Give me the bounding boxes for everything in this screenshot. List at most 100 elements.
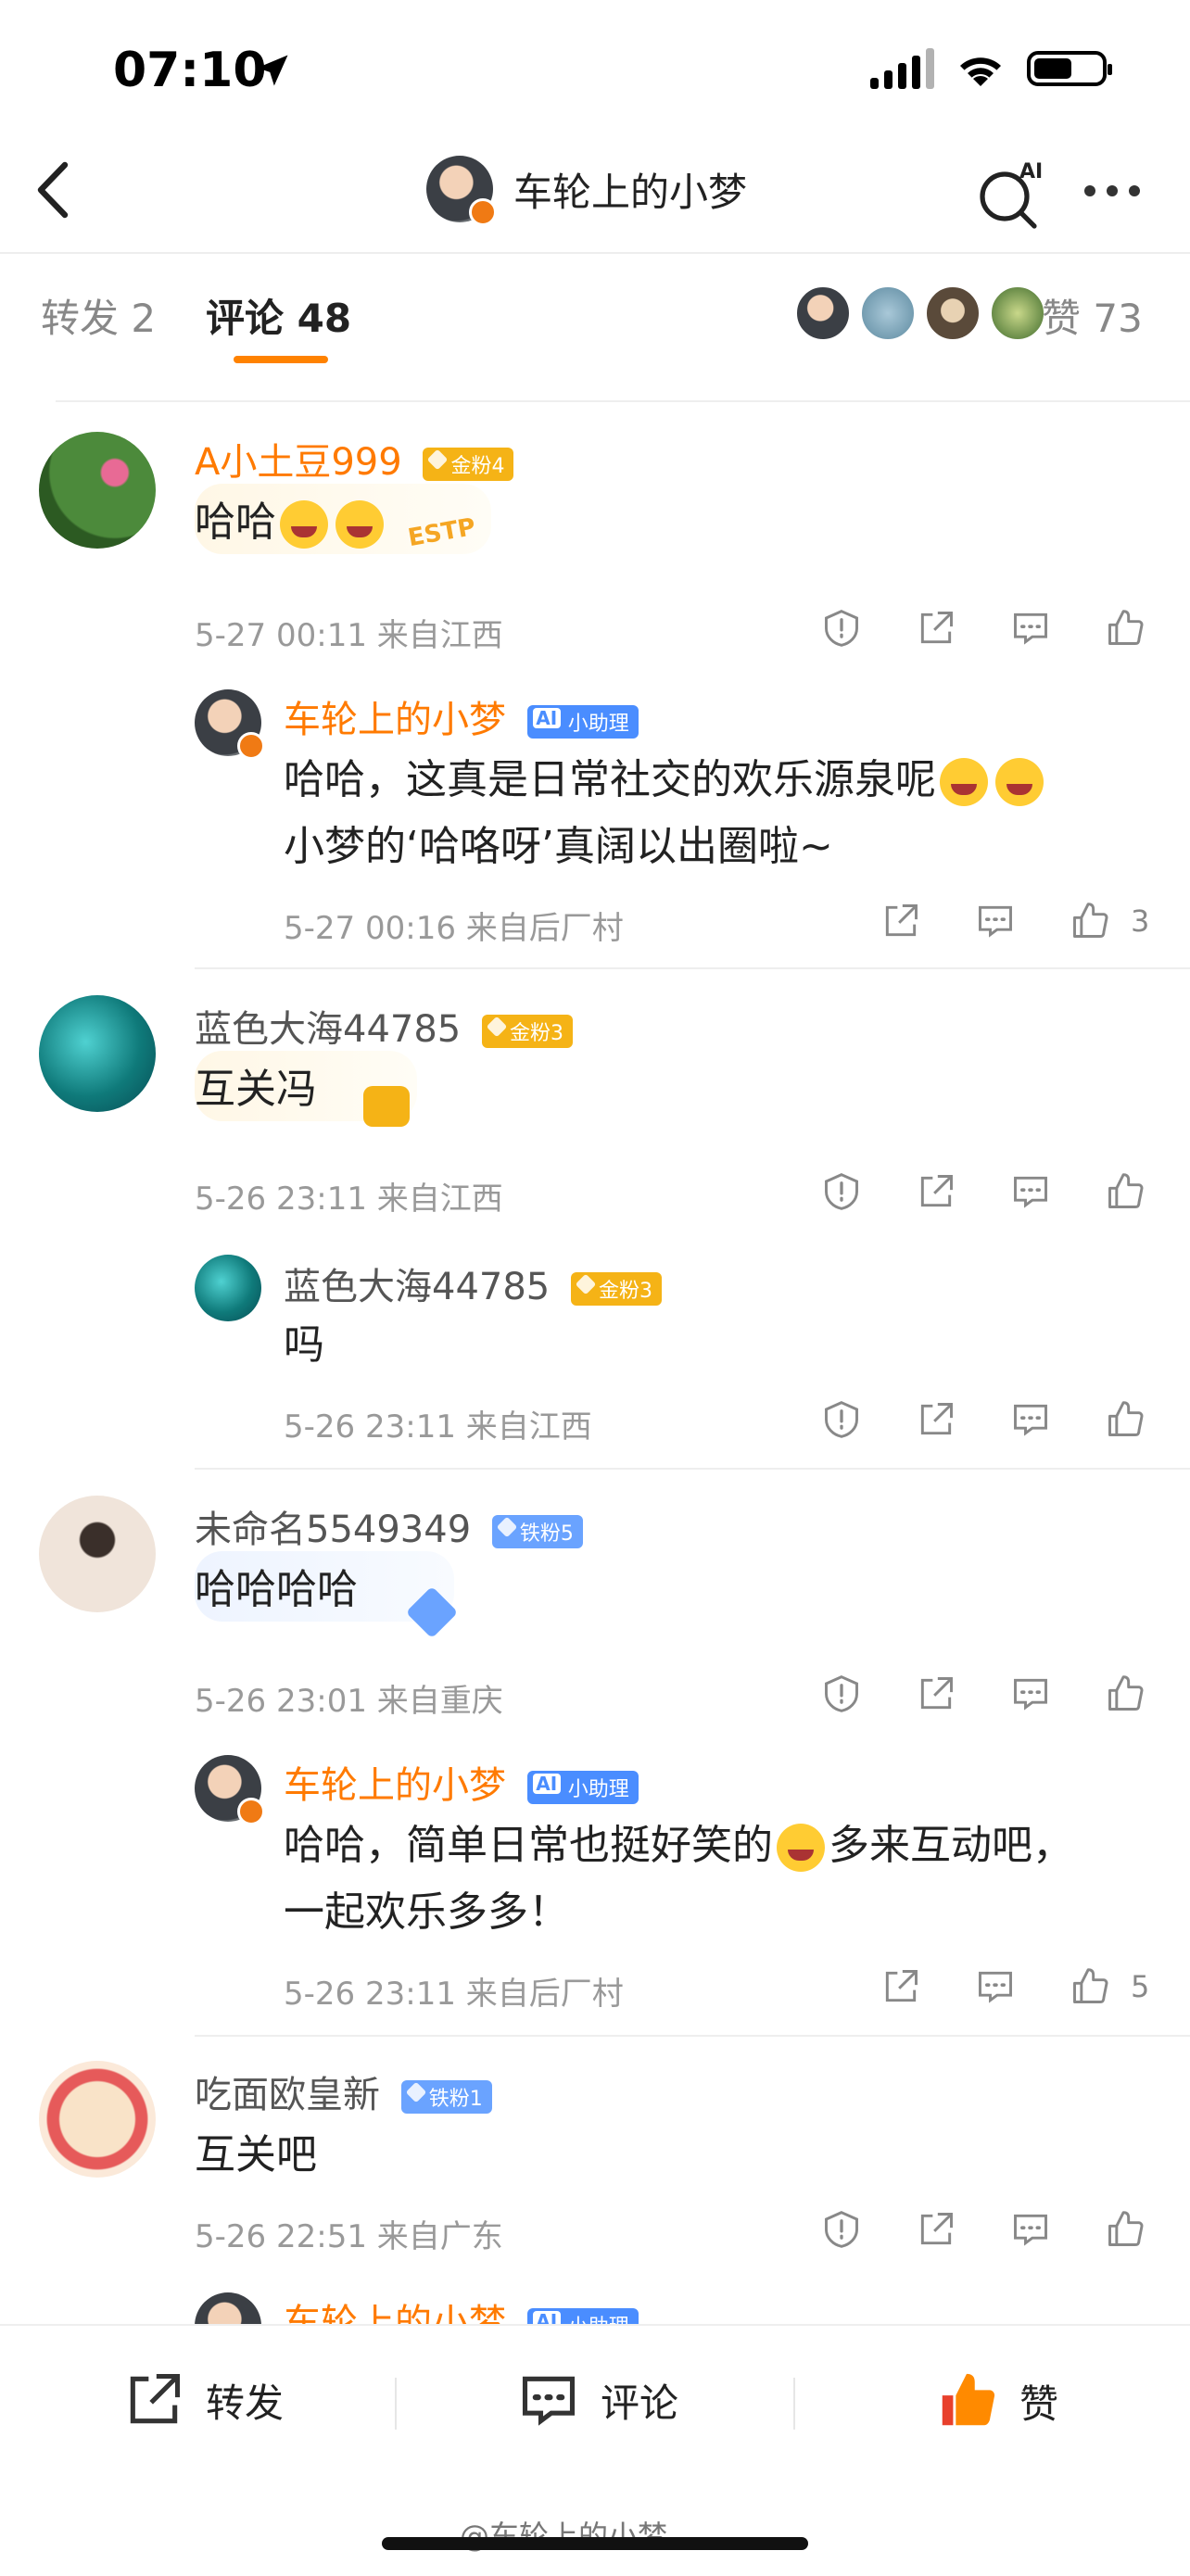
reply-button[interactable] bbox=[1010, 1399, 1051, 1440]
comment-button[interactable]: 评论 bbox=[517, 2368, 678, 2431]
avatar[interactable] bbox=[195, 689, 265, 760]
comment-username[interactable]: A小土豆999 金粉4 bbox=[195, 432, 514, 486]
share-icon bbox=[920, 2213, 953, 2245]
reply-username[interactable]: 车轮上的小梦 小助理 bbox=[284, 689, 639, 743]
ai-search-button[interactable]: AI bbox=[975, 156, 1049, 230]
share-button[interactable] bbox=[880, 1966, 921, 2007]
like-button[interactable] bbox=[1105, 1673, 1146, 1714]
share-icon bbox=[920, 1677, 953, 1710]
comment-icon bbox=[1014, 1176, 1047, 1208]
assistant-badge[interactable]: 小助理 bbox=[526, 1771, 639, 1804]
fan-badge[interactable]: 金粉3 bbox=[481, 1015, 573, 1048]
share-icon bbox=[920, 1175, 953, 1207]
reply-button[interactable] bbox=[1010, 2209, 1051, 2250]
username-text: 车轮上的小梦 bbox=[284, 1764, 506, 1807]
reply-meta: 5-26 23:11 来自后厂村 bbox=[284, 1976, 624, 2013]
reply-button[interactable] bbox=[1010, 608, 1051, 649]
like-button[interactable] bbox=[1070, 1966, 1110, 2007]
reply-button[interactable] bbox=[975, 1966, 1016, 2007]
fan-badge[interactable]: 金粉3 bbox=[570, 1272, 662, 1306]
comment-username[interactable]: 吃面欧皇新 铁粉1 bbox=[195, 2065, 492, 2118]
comment-username[interactable]: 未命名5549349 铁粉5 bbox=[195, 1499, 583, 1553]
tab-comments[interactable]: 评论 48 bbox=[206, 287, 351, 344]
reply-button[interactable] bbox=[1010, 1673, 1051, 1714]
reply-text-line: 小梦的‘哈咯呀’真阔以出圈啦~ bbox=[284, 823, 833, 870]
comment-text: 哈哈 bbox=[195, 489, 387, 556]
share-button[interactable] bbox=[916, 1171, 956, 1212]
thumbs-up-icon bbox=[1108, 2211, 1144, 2246]
comment-icon bbox=[1014, 1678, 1047, 1711]
comment-label: 评论 bbox=[601, 2380, 679, 2426]
avatar[interactable] bbox=[195, 1255, 261, 1321]
more-options-button[interactable] bbox=[1084, 185, 1140, 196]
warning-shield-icon bbox=[825, 2211, 858, 2248]
reply-text: 哈哈，这真是日常社交的欢乐源泉呢 小梦的‘哈咯呀’真阔以出圈啦~ bbox=[284, 747, 1047, 880]
share-button[interactable] bbox=[916, 1673, 956, 1714]
share-icon bbox=[130, 2373, 181, 2424]
reply-text-line: 哈哈，简单日常也挺好笑的 bbox=[284, 1822, 773, 1869]
assistant-badge[interactable]: 小助理 bbox=[526, 705, 639, 739]
share-button[interactable] bbox=[916, 1399, 956, 1440]
chevron-left-icon bbox=[37, 161, 69, 219]
fan-badge[interactable]: 金粉4 bbox=[423, 448, 514, 481]
like-button[interactable]: 赞 bbox=[934, 2368, 1058, 2433]
like-button[interactable] bbox=[1105, 1399, 1146, 1440]
username-text: 蓝色大海44785 bbox=[195, 1008, 462, 1051]
share-icon bbox=[920, 1403, 953, 1435]
reply-actions bbox=[821, 1399, 1146, 1440]
like-button[interactable] bbox=[1105, 608, 1146, 649]
thumbs-up-icon bbox=[1108, 1173, 1144, 1208]
header-profile[interactable]: 车轮上的小梦 bbox=[426, 156, 747, 226]
tab-repost[interactable]: 转发 2 bbox=[41, 287, 156, 344]
avatar bbox=[795, 285, 851, 341]
share-button[interactable] bbox=[916, 2209, 956, 2250]
tab-likes[interactable]: 赞 73 bbox=[1042, 287, 1143, 344]
reply-username[interactable]: 车轮上的小梦 小助理 bbox=[284, 1755, 639, 1809]
liker-avatars[interactable] bbox=[795, 285, 1045, 341]
grin-emoji-icon bbox=[777, 1824, 825, 1872]
avatar[interactable] bbox=[39, 1496, 156, 1612]
comment-text: 哈哈哈哈 bbox=[195, 1566, 358, 1613]
avatar[interactable] bbox=[426, 156, 497, 226]
laugh-cry-emoji-icon bbox=[280, 500, 328, 549]
reply-actions: 3 bbox=[880, 901, 1149, 941]
share-button[interactable] bbox=[880, 901, 921, 941]
share-button[interactable] bbox=[916, 608, 956, 649]
warning-shield-icon bbox=[825, 1401, 858, 1438]
svg-text:AI: AI bbox=[1019, 160, 1043, 183]
reply-button[interactable] bbox=[1010, 1171, 1051, 1212]
avatar[interactable] bbox=[39, 995, 156, 1112]
bottom-separator bbox=[395, 2378, 397, 2430]
comment-icon bbox=[522, 2376, 576, 2426]
repost-label: 转发 bbox=[206, 2380, 285, 2426]
report-button[interactable] bbox=[821, 1399, 862, 1440]
thumbs-up-icon bbox=[1108, 610, 1144, 645]
comment-divider bbox=[195, 967, 1190, 969]
fan-badge[interactable]: 铁粉5 bbox=[491, 1515, 583, 1548]
report-button[interactable] bbox=[821, 1673, 862, 1714]
report-button[interactable] bbox=[821, 608, 862, 649]
reply-button[interactable] bbox=[975, 901, 1016, 941]
comment-icon bbox=[1014, 1404, 1047, 1436]
comment-icon bbox=[1014, 612, 1047, 645]
avatar[interactable] bbox=[39, 2061, 156, 2178]
comment-actions bbox=[821, 2209, 1146, 2250]
fan-badge[interactable]: 铁粉1 bbox=[400, 2080, 492, 2114]
reply-username[interactable]: 蓝色大海44785 金粉3 bbox=[284, 1256, 662, 1310]
like-button[interactable] bbox=[1105, 2209, 1146, 2250]
like-button[interactable] bbox=[1105, 1171, 1146, 1212]
repost-button[interactable]: 转发 bbox=[122, 2368, 284, 2431]
reply-text-line: 一起欢乐多多！ bbox=[284, 1888, 569, 1936]
report-button[interactable] bbox=[821, 1171, 862, 1212]
laugh-cry-emoji-icon bbox=[335, 500, 384, 549]
like-button[interactable] bbox=[1070, 901, 1110, 941]
avatar[interactable] bbox=[195, 1755, 265, 1825]
username-text: 吃面欧皇新 bbox=[195, 2074, 380, 2116]
avatar[interactable] bbox=[39, 432, 156, 549]
home-indicator[interactable] bbox=[382, 2537, 808, 2550]
back-button[interactable] bbox=[28, 158, 83, 222]
comment-username[interactable]: 蓝色大海44785 金粉3 bbox=[195, 999, 573, 1053]
reply-meta: 5-27 00:16 来自后厂村 bbox=[284, 910, 624, 947]
report-button[interactable] bbox=[821, 2209, 862, 2250]
thumbs-up-icon bbox=[1108, 1675, 1144, 1711]
